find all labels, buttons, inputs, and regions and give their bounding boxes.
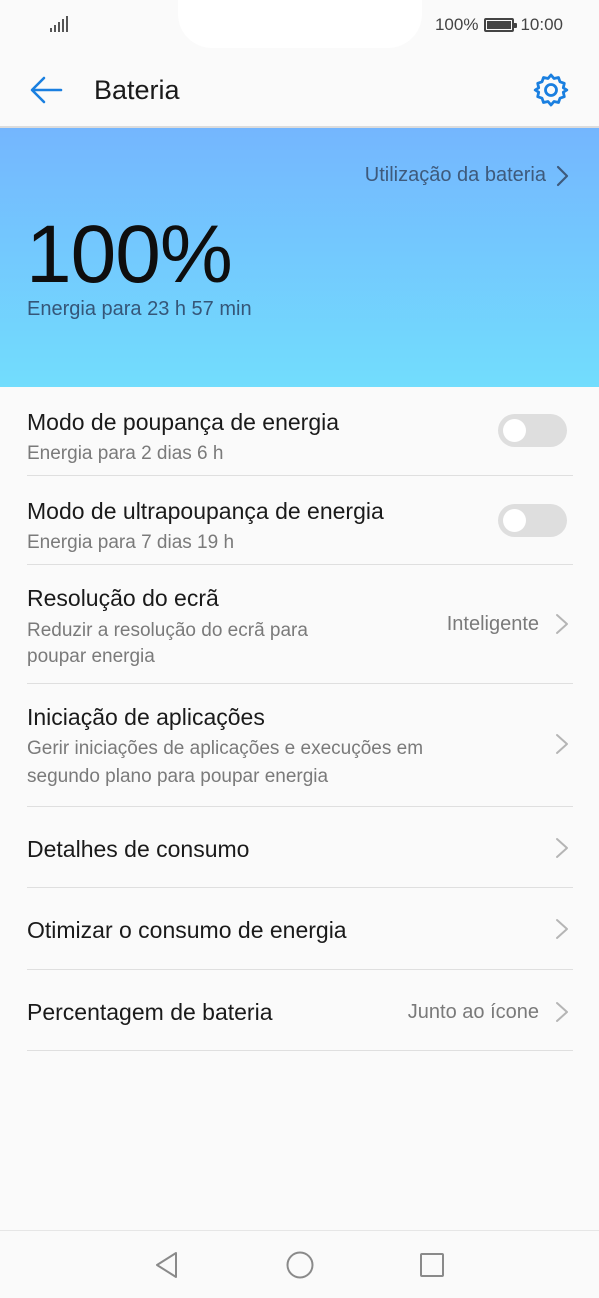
camera-notch — [178, 0, 422, 48]
row-title: Iniciação de aplicações — [27, 704, 265, 730]
battery-percentage-row[interactable]: Percentagem de bateria Junto ao ícone — [27, 970, 573, 1051]
gear-icon — [533, 73, 569, 107]
row-subtitle-line2: poupar energia — [27, 646, 155, 667]
battery-icon — [484, 18, 518, 32]
status-right: 100% 10:00 — [435, 15, 563, 35]
clock-text: 10:00 — [520, 15, 563, 34]
row-title: Otimizar o consumo de energia — [27, 917, 347, 943]
row-subtitle-line1: Reduzir a resolução do ecrã para — [27, 620, 308, 641]
row-subtitle-line1: Gerir iniciações de aplicações e execuçõ… — [27, 738, 424, 759]
arrow-left-icon — [30, 76, 63, 104]
optimize-consumption-row[interactable]: Otimizar o consumo de energia — [27, 888, 573, 970]
row-title: Detalhes de consumo — [27, 836, 250, 862]
power-saving-mode-row[interactable]: Modo de poupança de energia Energia para… — [27, 387, 573, 476]
ultra-power-saving-toggle[interactable] — [498, 504, 567, 537]
row-title: Percentagem de bateria — [27, 999, 273, 1025]
battery-settings-list: Modo de poupança de energia Energia para… — [27, 387, 573, 1051]
battery-usage-label: Utilização da bateria — [364, 164, 546, 186]
square-recents-icon[interactable] — [416, 1249, 448, 1281]
battery-usage-link[interactable]: Utilização da bateria — [365, 164, 569, 187]
app-launch-row[interactable]: Iniciação de aplicações Gerir iniciações… — [27, 684, 573, 807]
row-subtitle-line2: segundo plano para poupar energia — [27, 766, 329, 787]
ultra-power-saving-mode-row[interactable]: Modo de ultrapoupança de energia Energia… — [27, 476, 573, 565]
row-title: Modo de ultrapoupança de energia — [27, 498, 384, 524]
row-title: Resolução do ecrã — [27, 585, 219, 611]
battery-percent-text: 100% — [434, 15, 479, 34]
chevron-right-icon — [556, 1002, 568, 1022]
circle-home-icon[interactable] — [284, 1249, 316, 1281]
triangle-back-icon[interactable] — [151, 1249, 183, 1281]
chevron-right-icon — [556, 734, 568, 754]
battery-remaining-time: Energia para 23 h 57 min — [27, 298, 252, 320]
back-button[interactable] — [26, 70, 66, 110]
battery-percent-large: 100% — [26, 209, 233, 300]
screen-resolution-row[interactable]: Resolução do ecrã Reduzir a resolução do… — [27, 565, 573, 684]
chevron-right-icon — [556, 919, 568, 939]
row-subtitle: Energia para 7 dias 19 h — [27, 532, 235, 553]
status-bar: 100% 10:00 — [0, 0, 599, 50]
row-title: Modo de poupança de energia — [27, 409, 340, 435]
row-value: Junto ao ícone — [407, 1001, 539, 1023]
row-value: Inteligente — [446, 613, 539, 635]
system-nav-bar — [0, 1230, 599, 1298]
app-bar: Bateria — [0, 50, 599, 128]
power-saving-toggle[interactable] — [498, 414, 567, 447]
chevron-right-icon — [556, 165, 569, 186]
consumption-details-row[interactable]: Detalhes de consumo — [27, 807, 573, 888]
battery-hero: Utilização da bateria 100% Energia para … — [0, 128, 599, 387]
chevron-right-icon — [556, 838, 568, 858]
chevron-right-icon — [556, 614, 568, 634]
page-title: Bateria — [94, 75, 180, 105]
settings-button[interactable] — [531, 70, 571, 110]
row-subtitle: Energia para 2 dias 6 h — [27, 443, 224, 464]
signal-icon — [50, 16, 70, 32]
